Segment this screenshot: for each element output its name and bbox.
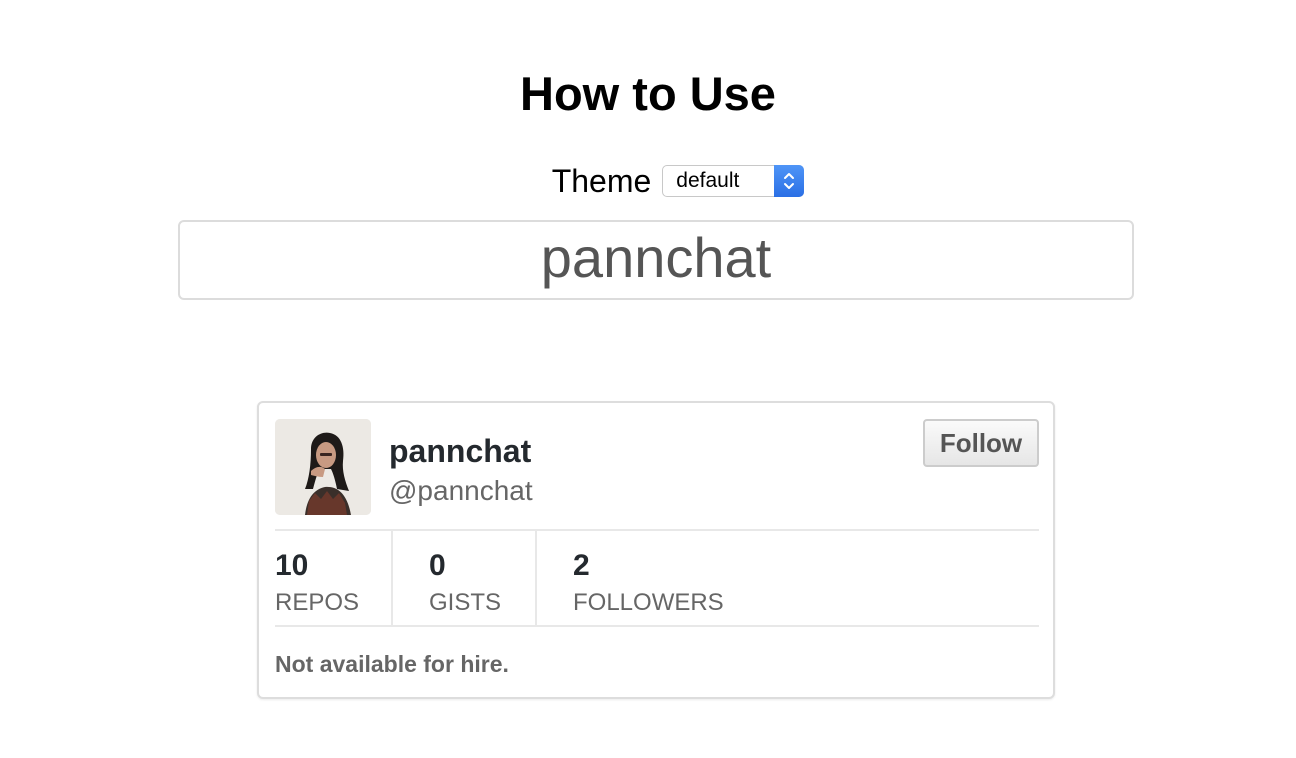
user-handle[interactable]: @pannchat — [389, 475, 533, 507]
stat-value: 10 — [275, 549, 309, 582]
stat-label: GISTS — [429, 589, 502, 616]
stat-gists[interactable]: 0 GISTS — [393, 531, 535, 627]
user-name[interactable]: pannchat — [389, 433, 531, 470]
stats-row: 10 REPOS 0 GISTS 2 FOLLOWERS — [275, 531, 1039, 627]
stat-value: 0 — [429, 549, 446, 582]
hire-status: Not available for hire. — [275, 651, 509, 677]
page-title: How to Use — [520, 67, 776, 120]
stat-value: 2 — [573, 549, 590, 582]
github-user-card: pannchat @pannchat Follow 10 REPOS 0 GIS… — [257, 401, 1055, 699]
select-arrows-icon — [774, 165, 805, 197]
theme-label: Theme — [551, 162, 652, 199]
stat-repos[interactable]: 10 REPOS — [275, 531, 391, 627]
theme-row: Theme default — [0, 160, 1296, 202]
stat-label: FOLLOWERS — [573, 589, 724, 616]
stat-followers[interactable]: 2 FOLLOWERS — [537, 531, 737, 627]
avatar[interactable] — [275, 419, 371, 515]
username-input-value: pannchat — [540, 226, 772, 289]
follow-button[interactable]: Follow — [923, 419, 1039, 467]
theme-select[interactable]: default — [662, 165, 805, 197]
stat-label: REPOS — [275, 589, 360, 616]
divider — [275, 625, 1039, 627]
username-input[interactable]: pannchat — [178, 220, 1134, 300]
